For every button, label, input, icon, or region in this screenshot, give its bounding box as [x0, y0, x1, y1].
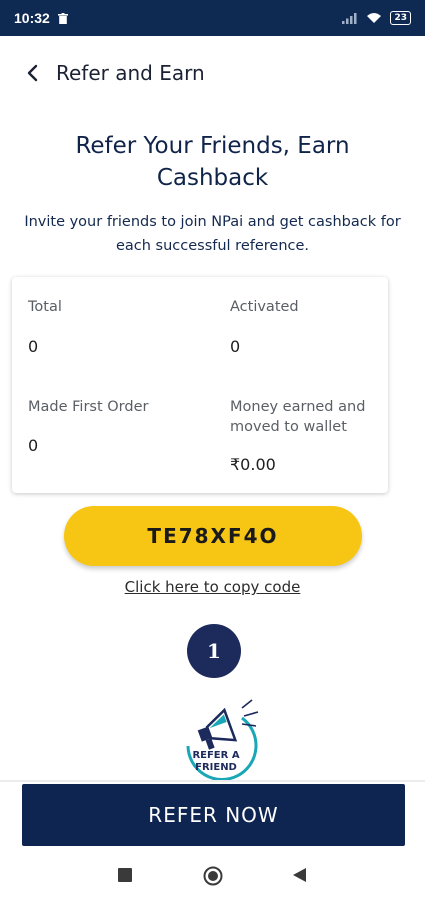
- activated-label: Activated: [230, 299, 299, 315]
- money-label-line1: Money earned and: [230, 399, 366, 415]
- first-order-label: Made First Order: [28, 399, 149, 415]
- money-earned-value: ₹0.00: [230, 455, 276, 474]
- hero-title-line2: Cashback: [156, 165, 269, 191]
- illustration-text-1: REFER A: [192, 750, 239, 761]
- copy-code-link[interactable]: Click here to copy code: [0, 578, 425, 596]
- step-number-badge: 1: [187, 624, 241, 678]
- hero-title: Refer Your Friends, Earn Cashback: [40, 130, 385, 194]
- home-nav-icon[interactable]: [203, 866, 223, 886]
- activated-value: 0: [230, 337, 241, 356]
- back-button[interactable]: [18, 58, 48, 88]
- refer-now-button[interactable]: REFER NOW: [22, 784, 405, 846]
- app-bar: Refer and Earn: [0, 36, 425, 110]
- hero-subtitle-line1: Invite your friends to join NPai and get…: [24, 214, 401, 230]
- trash-icon: [57, 12, 68, 24]
- back-arrow-icon: [27, 64, 38, 82]
- battery-icon: 23: [390, 11, 411, 25]
- wifi-icon: [367, 13, 382, 23]
- money-earned-label: Money earned and moved to wallet: [230, 397, 365, 437]
- signal-icon: [342, 13, 357, 24]
- money-label-line2: moved to wallet: [230, 419, 347, 435]
- total-value: 0: [28, 337, 39, 356]
- hero-subtitle: Invite your friends to join NPai and get…: [10, 210, 415, 258]
- total-label: Total: [28, 299, 62, 315]
- status-time: 10:32: [14, 10, 50, 26]
- referral-stats-card: Total 0 Activated 0 Made First Order 0 M…: [12, 277, 388, 493]
- referral-code-pill[interactable]: TE78XF4O: [64, 506, 362, 566]
- hero-title-line1: Refer Your Friends, Earn: [75, 133, 350, 159]
- bottom-divider: [0, 780, 425, 782]
- page-title: Refer and Earn: [56, 61, 205, 85]
- back-nav-icon[interactable]: [293, 868, 307, 882]
- square-nav-icon[interactable]: [118, 868, 132, 882]
- hero-subtitle-line2: each successful reference.: [115, 238, 310, 254]
- illustration-text-2: FRIEND: [195, 762, 237, 773]
- megaphone-icon: REFER A FRIEND: [186, 699, 259, 781]
- status-icons: 23: [342, 11, 411, 25]
- status-bar: 10:32 23: [0, 0, 425, 36]
- first-order-value: 0: [28, 436, 39, 455]
